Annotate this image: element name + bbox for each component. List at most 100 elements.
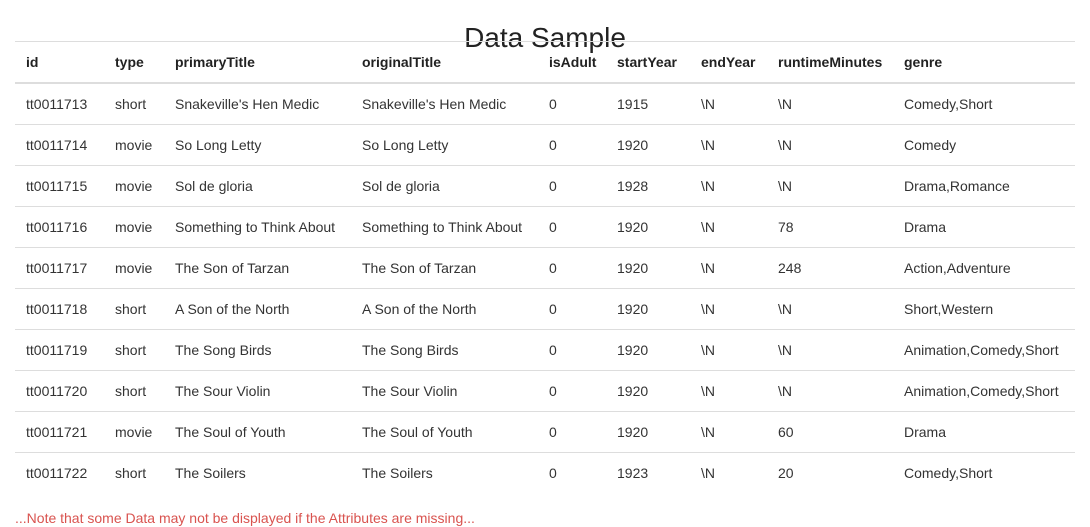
genre-cell: Short,Western xyxy=(893,288,1075,330)
table-row: tt0011715 movie Sol de gloria Sol de gloria… xyxy=(15,165,1075,207)
data-sample-table: id type primaryTitle originalTitle isAdu… xyxy=(15,41,1075,493)
type-cell: short xyxy=(104,288,164,330)
genre-cell: Drama xyxy=(893,206,1075,248)
table-row: tt0011719 short The Song Birds The Song Bir… xyxy=(15,329,1075,371)
start-year-cell: 1920 xyxy=(606,124,690,166)
start-year-cell: 1920 xyxy=(606,288,690,330)
column-header-end-year: endYear xyxy=(690,41,767,84)
original-title-cell: The Son of Tarzan xyxy=(351,247,538,289)
original-title-cell: The Song Birds xyxy=(351,329,538,371)
table-body: tt0011713 short Snakeville's Hen Medic Snak… xyxy=(15,83,1075,493)
genre-cell: Comedy,Short xyxy=(893,83,1075,125)
genre-cell: Comedy xyxy=(893,124,1075,166)
primary-title-cell: A Son of the North xyxy=(164,288,351,330)
table-row: tt0011716 movie Something to Think About So… xyxy=(15,206,1075,248)
end-year-cell: \N xyxy=(690,124,767,166)
runtime-minutes-cell: \N xyxy=(767,329,893,371)
id-cell: tt0011714 xyxy=(15,124,104,166)
end-year-cell: \N xyxy=(690,165,767,207)
id-cell: tt0011715 xyxy=(15,165,104,207)
genre-cell: Animation,Comedy,Short xyxy=(893,329,1075,371)
column-header-genre: genre xyxy=(893,41,1075,84)
primary-title-cell: The Soilers xyxy=(175,465,246,481)
type-cell: movie xyxy=(104,124,164,166)
genre-cell: Animation,Comedy,Short xyxy=(893,370,1075,412)
runtime-minutes-cell: \N xyxy=(767,370,893,412)
runtime-minutes-cell: \N xyxy=(767,165,893,207)
end-year-cell: \N xyxy=(690,329,767,371)
id-cell: tt0011721 xyxy=(15,411,104,453)
table-row: tt0011713 short Snakeville's Hen Medic Snak… xyxy=(15,83,1075,125)
type-cell: short xyxy=(104,370,164,412)
id-cell: tt0011717 xyxy=(15,247,104,289)
is-adult-cell: 0 xyxy=(538,411,606,453)
is-adult-cell: 0 xyxy=(549,465,557,481)
id-cell: tt0011718 xyxy=(15,288,104,330)
is-adult-cell: 0 xyxy=(538,370,606,412)
id-cell: tt0011720 xyxy=(15,370,104,412)
runtime-minutes-cell: 60 xyxy=(767,411,893,453)
end-year-cell: \N xyxy=(701,465,715,481)
is-adult-cell: 0 xyxy=(538,83,606,125)
is-adult-cell: 0 xyxy=(538,206,606,248)
column-header-primary-title: primaryTitle xyxy=(164,41,351,84)
genre-cell: Comedy,Short xyxy=(904,465,993,481)
runtime-minutes-cell: \N xyxy=(767,83,893,125)
genre-cell: Action,Adventure xyxy=(893,247,1075,289)
end-year-cell: \N xyxy=(690,370,767,412)
table-row: tt0011714 movie So Long Letty So Long Letty… xyxy=(15,124,1075,166)
is-adult-cell: 0 xyxy=(538,288,606,330)
type-cell: short xyxy=(104,329,164,371)
start-year-cell: 1923 xyxy=(617,465,649,481)
type-cell: movie xyxy=(104,165,164,207)
table-header-row: id type primaryTitle originalTitle isAdu… xyxy=(15,41,1075,84)
table-row: tt0011722 short The Soilers The Soilers 0 192… xyxy=(15,453,1075,494)
end-year-cell: \N xyxy=(690,411,767,453)
is-adult-cell: 0 xyxy=(538,165,606,207)
table-row: tt0011720 short The Sour Violin The Sour Vi… xyxy=(15,370,1075,412)
id-cell: tt0011713 xyxy=(15,83,104,125)
column-header-start-year: startYear xyxy=(606,41,690,84)
original-title-cell: So Long Letty xyxy=(351,124,538,166)
primary-title-cell: The Soul of Youth xyxy=(164,411,351,453)
start-year-cell: 1920 xyxy=(606,247,690,289)
runtime-minutes-cell: 20 xyxy=(778,465,794,481)
start-year-cell: 1928 xyxy=(606,165,690,207)
start-year-cell: 1920 xyxy=(606,329,690,371)
start-year-cell: 1920 xyxy=(606,411,690,453)
start-year-cell: 1920 xyxy=(606,206,690,248)
data-sample-table-container: id type primaryTitle originalTitle isAdu… xyxy=(15,41,1075,493)
genre-cell: Drama,Romance xyxy=(893,165,1075,207)
primary-title-cell: Snakeville's Hen Medic xyxy=(164,83,351,125)
original-title-cell: Something to Think About xyxy=(351,206,538,248)
table-row: tt0011717 movie The Son of Tarzan The Son o… xyxy=(15,247,1075,289)
missing-data-note: ...Note that some Data may not be displa… xyxy=(15,510,475,526)
type-cell: short xyxy=(115,465,147,481)
is-adult-cell: 0 xyxy=(538,329,606,371)
runtime-minutes-cell: 78 xyxy=(767,206,893,248)
start-year-cell: 1920 xyxy=(606,370,690,412)
end-year-cell: \N xyxy=(690,83,767,125)
end-year-cell: \N xyxy=(690,247,767,289)
id-cell: tt0011719 xyxy=(15,329,104,371)
start-year-cell: 1915 xyxy=(606,83,690,125)
original-title-cell: Snakeville's Hen Medic xyxy=(351,83,538,125)
type-cell: movie xyxy=(104,206,164,248)
column-header-runtime-minutes: runtimeMinutes xyxy=(767,41,893,84)
primary-title-cell: The Sour Violin xyxy=(164,370,351,412)
runtime-minutes-cell: \N xyxy=(767,124,893,166)
end-year-cell: \N xyxy=(690,288,767,330)
type-cell: movie xyxy=(104,411,164,453)
table-row: tt0011721 movie The Soul of Youth The Soul … xyxy=(15,411,1075,453)
type-cell: movie xyxy=(104,247,164,289)
is-adult-cell: 0 xyxy=(538,124,606,166)
is-adult-cell: 0 xyxy=(538,247,606,289)
column-header-id: id xyxy=(15,41,104,84)
id-cell: tt0011716 xyxy=(15,206,104,248)
primary-title-cell: The Song Birds xyxy=(164,329,351,371)
original-title-cell: The Soilers xyxy=(362,465,433,481)
original-title-cell: The Soul of Youth xyxy=(351,411,538,453)
primary-title-cell: Something to Think About xyxy=(164,206,351,248)
type-cell: short xyxy=(104,83,164,125)
id-cell: tt0011722 xyxy=(26,465,88,481)
